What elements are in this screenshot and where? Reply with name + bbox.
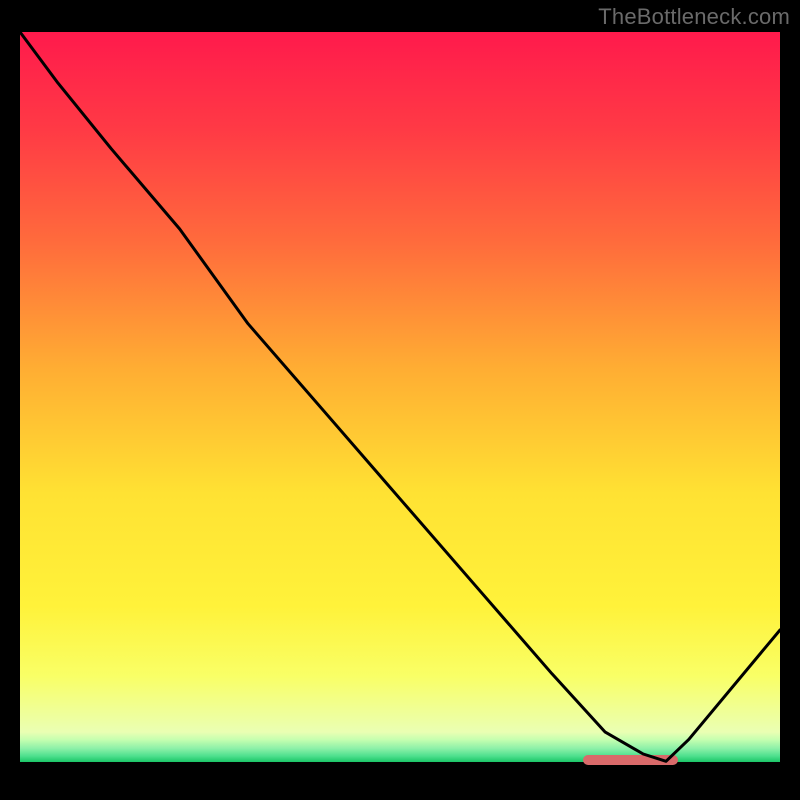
plot-frame: [20, 32, 780, 780]
plot-area: [20, 32, 780, 780]
bottleneck-curve: [20, 32, 780, 780]
watermark-text: TheBottleneck.com: [598, 4, 790, 30]
curve-polyline: [20, 32, 780, 761]
chart-stage: TheBottleneck.com: [0, 0, 800, 800]
